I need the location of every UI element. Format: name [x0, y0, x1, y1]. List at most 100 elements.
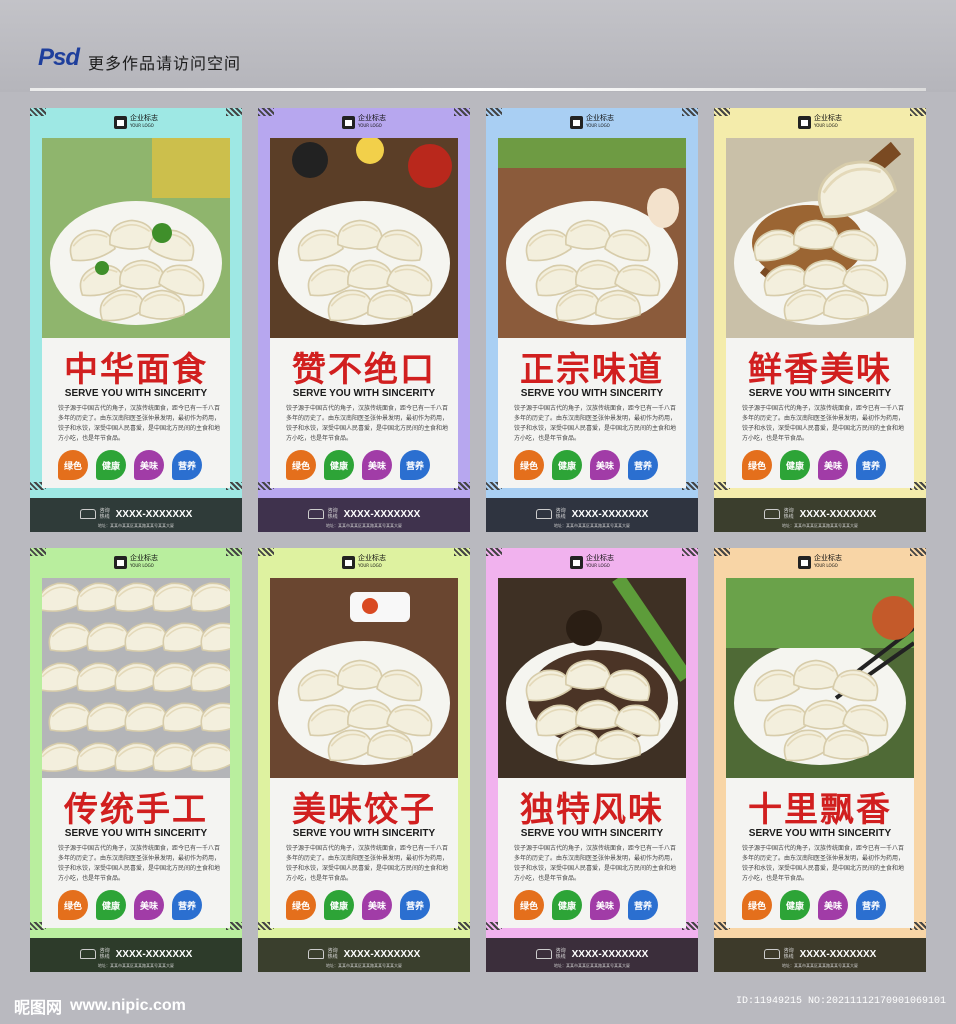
phone-number: XXXX-XXXXXXX — [571, 508, 649, 520]
badge-row: 绿色 健康 美味 营养 — [742, 890, 912, 920]
feature-badge: 营养 — [172, 450, 202, 480]
address-text: 地址：某某市某某区某某路某某号某某大厦 — [782, 963, 858, 968]
dumpling-photo — [42, 138, 230, 338]
corner-stripe — [486, 548, 502, 556]
poster-footer: 咨询热线 XXXX-XXXXXXX 地址：某某市某某区某某路某某号某某大厦 — [30, 498, 242, 532]
company-logo: 企业标志 YOUR LOGO — [798, 113, 842, 131]
phone-row: 咨询热线 XXXX-XXXXXXX — [714, 948, 926, 960]
feature-badge: 美味 — [818, 450, 848, 480]
feature-badge: 美味 — [590, 450, 620, 480]
poster-headline: 十里飘香 — [748, 790, 892, 830]
corner-stripe — [454, 108, 470, 116]
phone-icon — [763, 949, 780, 959]
phone-number: XXXX-XXXXXXX — [343, 508, 421, 520]
corner-stripe — [910, 548, 926, 556]
image-id-watermark: ID:11949215 NO:20211112170901069101 — [735, 996, 946, 1007]
poster-card: 企业标志 YOUR LOGO 赞不绝口 SERVE YOU WITH SINCE… — [258, 108, 470, 532]
dumpling-photo — [270, 138, 458, 338]
poster-headline: 鲜香美味 — [748, 350, 892, 390]
poster-tagline: SERVE YOU WITH SINCERITY — [292, 828, 436, 839]
poster-text-card: 美味饺子 SERVE YOU WITH SINCERITY 饺子源于中国古代的角… — [270, 778, 458, 928]
feature-badge: 健康 — [552, 450, 582, 480]
phone-number: XXXX-XXXXXXX — [571, 948, 649, 960]
poster-card: 企业标志 YOUR LOGO 中华面食 SERVE YOU WITH SINCE… — [30, 108, 242, 532]
home-icon — [114, 555, 127, 569]
poster-photo — [726, 138, 914, 338]
home-icon — [570, 555, 583, 569]
feature-badge: 健康 — [552, 890, 582, 920]
logo-text: 企业标志 — [130, 114, 158, 122]
corner-stripe — [454, 548, 470, 556]
feature-badge: 美味 — [134, 890, 164, 920]
poster-photo — [42, 578, 230, 778]
poster-text-card: 正宗味道 SERVE YOU WITH SINCERITY 饺子源于中国古代的角… — [498, 338, 686, 488]
address-text: 地址：某某市某某区某某路某某号某某大厦 — [554, 963, 630, 968]
poster-description: 饺子源于中国古代的角子，汉族传统面食，距今已有一千八百多年的历史了。由东汉南阳医… — [286, 845, 449, 882]
home-icon — [570, 115, 583, 129]
corner-stripe — [258, 108, 274, 116]
poster-photo — [270, 578, 458, 778]
poster-photo — [498, 578, 686, 778]
home-icon — [342, 115, 355, 129]
watermark-site-name: 昵图网 — [14, 998, 63, 1017]
company-logo: 企业标志 YOUR LOGO — [570, 113, 614, 131]
logo-text: 企业标志 — [586, 554, 614, 562]
feature-badge: 美味 — [362, 450, 392, 480]
phone-row: 咨询热线 XXXX-XXXXXXX — [486, 508, 698, 520]
poster-description: 饺子源于中国古代的角子，汉族传统面食，距今已有一千八百多年的历史了。由东汉南阳医… — [742, 405, 905, 442]
corner-stripe — [682, 108, 698, 116]
poster-footer: 咨询热线 XXXX-XXXXXXX 地址：某某市某某区某某路某某号某某大厦 — [486, 938, 698, 972]
logo-text: 企业标志 — [130, 554, 158, 562]
poster-footer: 咨询热线 XXXX-XXXXXXX 地址：某某市某某区某某路某某号某某大厦 — [714, 938, 926, 972]
logo-text: 企业标志 — [814, 114, 842, 122]
poster-text-card: 传统手工 SERVE YOU WITH SINCERITY 饺子源于中国古代的角… — [42, 778, 230, 928]
company-logo: 企业标志 YOUR LOGO — [570, 553, 614, 571]
feature-badge: 美味 — [134, 450, 164, 480]
header-divider — [30, 88, 926, 91]
poster-text-card: 独特风味 SERVE YOU WITH SINCERITY 饺子源于中国古代的角… — [498, 778, 686, 928]
header-title: 更多作品请访问空间 — [88, 54, 242, 73]
corner-stripe — [30, 548, 46, 556]
poster-tagline: SERVE YOU WITH SINCERITY — [64, 388, 208, 399]
phone-row: 咨询热线 XXXX-XXXXXXX — [258, 508, 470, 520]
poster-text-card: 中华面食 SERVE YOU WITH SINCERITY 饺子源于中国古代的角… — [42, 338, 230, 488]
top-banner — [0, 0, 956, 92]
home-icon — [114, 115, 127, 129]
address-text: 地址：某某市某某区某某路某某号某某大厦 — [782, 523, 858, 528]
corner-stripe — [30, 108, 46, 116]
feature-badge: 绿色 — [514, 890, 544, 920]
poster-photo — [42, 138, 230, 338]
poster-card: 企业标志 YOUR LOGO 传统手工 SERVE YOU WITH SINCE… — [30, 548, 242, 972]
address-text: 地址：某某市某某区某某路某某号某某大厦 — [554, 523, 630, 528]
corner-stripe — [226, 108, 242, 116]
poster-headline: 独特风味 — [520, 790, 664, 830]
logo-text: 企业标志 — [814, 554, 842, 562]
feature-badge: 营养 — [400, 450, 430, 480]
logo-subtext: YOUR LOGO — [586, 563, 610, 568]
corner-stripe — [486, 108, 502, 116]
feature-badge: 健康 — [96, 890, 126, 920]
phone-row: 咨询热线 XXXX-XXXXXXX — [30, 508, 242, 520]
poster-footer: 咨询热线 XXXX-XXXXXXX 地址：某某市某某区某某路某某号某某大厦 — [258, 938, 470, 972]
dumpling-photo — [42, 578, 230, 778]
phone-label: 咨询热线 — [783, 508, 794, 520]
poster-description: 饺子源于中国古代的角子，汉族传统面食，距今已有一千八百多年的历史了。由东汉南阳医… — [514, 405, 677, 442]
phone-number: XXXX-XXXXXXX — [799, 948, 877, 960]
logo-subtext: YOUR LOGO — [130, 563, 154, 568]
phone-label: 咨询热线 — [327, 508, 338, 520]
feature-badge: 健康 — [96, 450, 126, 480]
poster-tagline: SERVE YOU WITH SINCERITY — [292, 388, 436, 399]
logo-subtext: YOUR LOGO — [130, 123, 154, 128]
poster-card: 企业标志 YOUR LOGO 独特风味 SERVE YOU WITH SINCE… — [486, 548, 698, 972]
logo-subtext: YOUR LOGO — [814, 123, 838, 128]
address-text: 地址：某某市某某区某某路某某号某某大厦 — [326, 963, 402, 968]
poster-card: 企业标志 YOUR LOGO 美味饺子 SERVE YOU WITH SINCE… — [258, 548, 470, 972]
poster-description: 饺子源于中国古代的角子，汉族传统面食，距今已有一千八百多年的历史了。由东汉南阳医… — [58, 405, 221, 442]
address-text: 地址：某某市某某区某某路某某号某某大厦 — [98, 963, 174, 968]
feature-badge: 绿色 — [58, 450, 88, 480]
poster-description: 饺子源于中国古代的角子，汉族传统面食，距今已有一千八百多年的历史了。由东汉南阳医… — [58, 845, 221, 882]
poster-footer: 咨询热线 XXXX-XXXXXXX 地址：某某市某某区某某路某某号某某大厦 — [30, 938, 242, 972]
poster-description: 饺子源于中国古代的角子，汉族传统面食，距今已有一千八百多年的历史了。由东汉南阳医… — [742, 845, 905, 882]
site-watermark: 昵图网 www.nipic.com — [14, 994, 186, 1018]
psd-logo: Psd — [38, 44, 80, 71]
